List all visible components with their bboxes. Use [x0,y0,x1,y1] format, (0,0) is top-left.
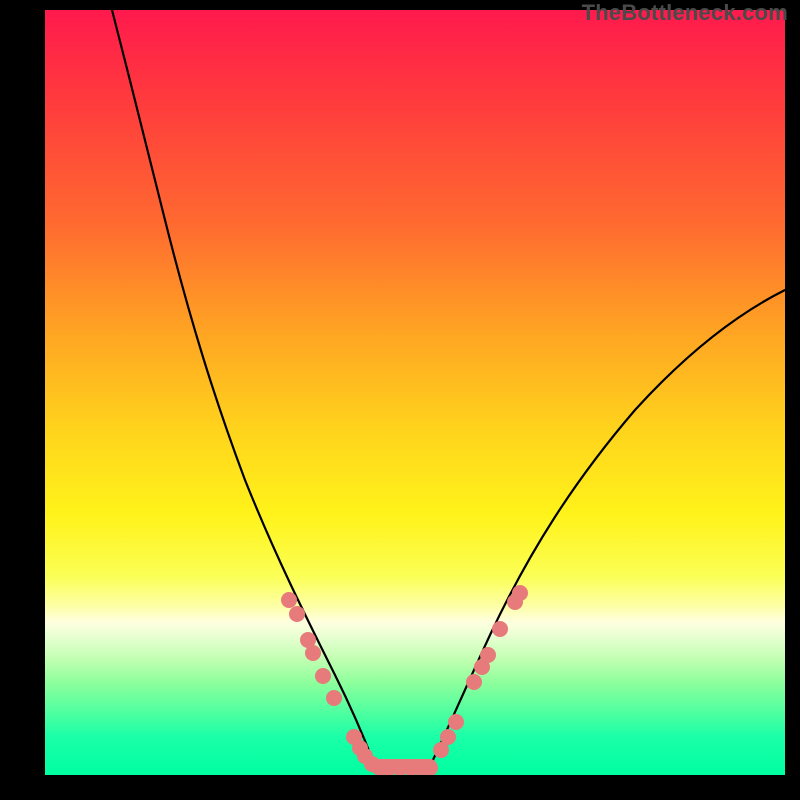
chart-svg [45,10,785,775]
curve-left [112,10,375,766]
plot-area [45,10,785,775]
attribution-text: TheBottleneck.com [582,0,788,26]
curve-right [430,290,785,766]
data-points [281,585,528,775]
chart-frame: TheBottleneck.com [0,0,800,800]
